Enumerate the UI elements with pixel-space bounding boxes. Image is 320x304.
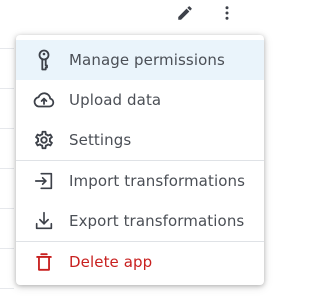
menu-item-label: Manage permissions [69, 51, 225, 69]
background-row-divider [0, 168, 14, 169]
cloud-upload-icon [32, 88, 56, 112]
background-row-divider [0, 288, 14, 289]
pencil-icon [176, 4, 194, 22]
background-row-divider [0, 88, 14, 89]
edit-button[interactable] [172, 0, 198, 26]
background-row-divider [0, 48, 14, 49]
menu-item-upload-data[interactable]: Upload data [16, 80, 264, 120]
menu-item-label: Import transformations [69, 172, 246, 190]
menu-item-delete-app[interactable]: Delete app [16, 242, 264, 282]
background-row-divider [0, 128, 14, 129]
menu-item-export-transformations[interactable]: Export transformations [16, 201, 264, 241]
download-icon [32, 209, 56, 233]
menu-item-label: Export transformations [69, 212, 245, 230]
trash-icon [32, 250, 56, 274]
menu-item-label: Settings [69, 131, 132, 149]
key-icon [32, 48, 56, 72]
menu-item-manage-permissions[interactable]: Manage permissions [16, 40, 264, 80]
more-options-button[interactable] [214, 0, 240, 26]
menu-item-label: Delete app [69, 253, 153, 271]
vertical-dots-icon [218, 4, 236, 22]
background-row-divider [0, 248, 14, 249]
menu-item-label: Upload data [69, 91, 162, 109]
menu-item-settings[interactable]: Settings [16, 120, 264, 160]
menu-item-import-transformations[interactable]: Import transformations [16, 161, 264, 201]
app-toolbar [0, 0, 275, 26]
import-icon [32, 169, 56, 193]
gear-icon [32, 128, 56, 152]
background-row-divider [0, 208, 14, 209]
context-menu: Manage permissions Upload data Settings [16, 35, 264, 285]
